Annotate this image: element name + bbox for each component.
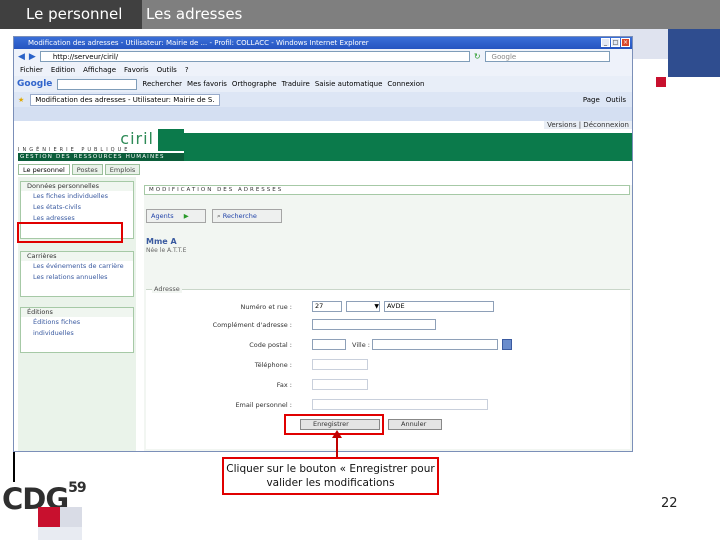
google-spellcheck-button[interactable]: Orthographe xyxy=(232,80,277,88)
chevron-down-icon: ▼ xyxy=(374,303,379,310)
recherche-label: Recherche xyxy=(222,212,257,220)
sidebar: Données personnelles Les fiches individu… xyxy=(18,177,136,451)
top-links[interactable]: Versions | Déconnexion xyxy=(544,121,632,129)
browser-tab[interactable]: Modification des adresses - Utilisateur:… xyxy=(30,93,220,106)
menu-view[interactable]: Affichage xyxy=(83,64,116,76)
forward-icon[interactable]: ▶ xyxy=(29,52,36,62)
sidebar-item-evenements[interactable]: Les événements de carrière xyxy=(21,261,133,272)
favorites-star-icon[interactable]: ★ xyxy=(18,96,24,104)
header-banner xyxy=(184,133,632,161)
cdg-logo-number: 59 xyxy=(68,480,87,496)
browser-window: Modification des adresses - Utilisateur:… xyxy=(13,36,633,452)
menu-tools[interactable]: Outils xyxy=(157,64,177,76)
agents-button[interactable]: Agents ▶ xyxy=(146,209,206,223)
decor-square-blue xyxy=(668,29,720,77)
slide-title-bar: Le personnel Les adresses xyxy=(0,0,720,29)
tools-menu-button[interactable]: Outils xyxy=(606,96,626,104)
telephone-input[interactable] xyxy=(312,359,368,370)
sidebar-section-header: Données personnelles xyxy=(21,182,133,191)
sidebar-item-relations[interactable]: Les relations annuelles xyxy=(21,272,133,283)
menu-help[interactable]: ? xyxy=(185,64,189,76)
google-search-button[interactable]: Rechercher xyxy=(142,80,182,88)
label-numero: Numéro et rue : xyxy=(240,303,292,311)
recherche-button[interactable]: ⌕ Recherche xyxy=(212,209,282,223)
main-content: MODIFICATION DES ADRESSES Agents ▶ ⌕ Rec… xyxy=(144,185,632,451)
window-title-bar: Modification des adresses - Utilisateur:… xyxy=(14,37,632,49)
menu-edit[interactable]: Edition xyxy=(51,64,75,76)
menu-favorites[interactable]: Favoris xyxy=(124,64,149,76)
browser-search-input[interactable]: Google xyxy=(484,51,610,62)
page-menu-button[interactable]: Page xyxy=(583,96,600,104)
google-translate-button[interactable]: Traduire xyxy=(282,80,310,88)
fax-input[interactable] xyxy=(312,379,368,390)
logo-brand: ciril xyxy=(120,129,154,148)
google-toolbar: Google Rechercher Mes favoris Orthograph… xyxy=(14,76,632,92)
section-title: MODIFICATION DES ADRESSES xyxy=(144,185,630,195)
sidebar-section-header: Carrières xyxy=(21,252,133,261)
person-name: Mme A xyxy=(146,237,177,246)
app-tabs: Le personnel Postes Emplois xyxy=(18,164,141,175)
logo-square-grey xyxy=(60,507,82,527)
browser-tab-row: ★ Modification des adresses - Utilisateu… xyxy=(14,92,632,107)
city-lookup-icon[interactable] xyxy=(502,339,512,350)
window-title: Modification des adresses - Utilisateur:… xyxy=(28,39,369,47)
type-voie-select[interactable]: ▼ xyxy=(346,301,380,312)
label-fax: Fax : xyxy=(276,381,292,389)
page-number: 22 xyxy=(661,496,678,511)
sidebar-section-editions: Éditions Éditions fiches individuelles xyxy=(20,307,134,353)
maximize-icon[interactable]: □ xyxy=(611,38,620,47)
logo-square-light xyxy=(38,527,82,540)
label-telephone: Téléphone : xyxy=(254,361,292,369)
google-bookmarks-button[interactable]: Mes favoris xyxy=(187,80,227,88)
complement-input[interactable] xyxy=(312,319,436,330)
tab-emplois[interactable]: Emplois xyxy=(104,164,141,175)
numero-input[interactable]: 27 xyxy=(312,301,342,312)
agents-label: Agents xyxy=(151,212,174,220)
refresh-icon[interactable]: ↻ xyxy=(474,52,481,61)
callout-box: Cliquer sur le bouton « Enregistrer pour… xyxy=(222,457,439,495)
minimize-icon[interactable]: _ xyxy=(601,38,610,47)
sidebar-item-etats-civils[interactable]: Les états-civils xyxy=(21,202,133,213)
slide-title-section: Le personnel xyxy=(0,0,142,29)
logo-band: GESTION DES RESSOURCES HUMAINES xyxy=(18,153,184,161)
google-autofill-button[interactable]: Saisie automatique xyxy=(315,80,383,88)
sidebar-section-header: Éditions xyxy=(21,308,133,317)
email-input[interactable] xyxy=(312,399,488,410)
tab-personnel[interactable]: Le personnel xyxy=(18,164,70,175)
google-logo: Google xyxy=(17,79,53,89)
label-complement: Complément d'adresse : xyxy=(212,321,292,329)
play-icon: ▶ xyxy=(183,212,189,220)
sidebar-item-individuelles[interactable]: individuelles xyxy=(21,328,133,339)
tab-postes[interactable]: Postes xyxy=(71,164,103,175)
search-icon: ⌕ xyxy=(217,212,221,220)
google-signin-button[interactable]: Connexion xyxy=(387,80,424,88)
menu-bar: Fichier Edition Affichage Favoris Outils… xyxy=(14,64,632,76)
person-details: Née le A.T.T.E xyxy=(146,247,187,254)
sidebar-item-fiches[interactable]: Les fiches individuelles xyxy=(21,191,133,202)
menu-file[interactable]: Fichier xyxy=(20,64,43,76)
sidebar-section-carrieres: Carrières Les événements de carrière Les… xyxy=(20,251,134,297)
decor-square-red xyxy=(656,77,666,87)
rue-input[interactable]: AVDE xyxy=(384,301,494,312)
sidebar-item-editions[interactable]: Éditions fiches xyxy=(21,317,133,328)
address-bar[interactable]: http://serveur/ciril/ xyxy=(39,51,470,62)
ville-input[interactable] xyxy=(372,339,498,350)
cancel-label: Annuler xyxy=(401,420,427,428)
address-legend: Adresse xyxy=(152,285,182,293)
callout-arrow xyxy=(336,436,338,458)
cancel-button[interactable]: Annuler xyxy=(388,419,442,430)
ciril-logo: ciril INGÉNIERIE PUBLIQUE GESTION DES RE… xyxy=(18,129,184,161)
divider-line xyxy=(13,452,15,482)
label-ville: Ville : xyxy=(352,341,370,349)
google-search-input[interactable] xyxy=(57,78,138,90)
logo-square xyxy=(158,129,184,151)
address-row: ◀ ▶ http://serveur/ciril/ ↻ Google xyxy=(14,49,632,64)
back-icon[interactable]: ◀ xyxy=(18,52,25,62)
slide-title-topic: Les adresses xyxy=(146,5,243,23)
close-icon[interactable]: × xyxy=(621,38,630,47)
highlight-adresses xyxy=(17,222,123,243)
web-page: Versions | Déconnexion ciril INGÉNIERIE … xyxy=(14,121,632,451)
label-email: Email personnel : xyxy=(235,401,292,409)
logo-square-red xyxy=(38,507,60,527)
